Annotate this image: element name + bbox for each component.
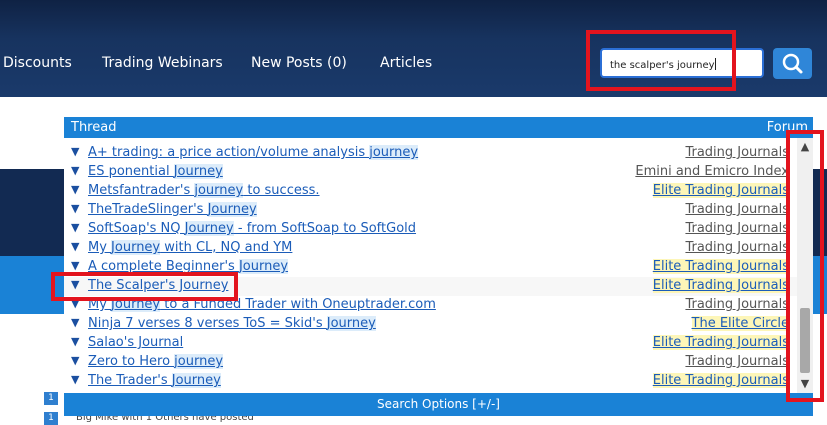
thread-title-link[interactable]: A complete Beginner's Journey: [88, 259, 289, 274]
nav-discounts[interactable]: Discounts: [3, 55, 72, 71]
keyword-highlight: Journey: [173, 164, 223, 179]
forum-link[interactable]: Elite Trading Journals: [652, 259, 789, 274]
triangle-down-icon: ▼: [71, 335, 80, 348]
search-button[interactable]: [773, 48, 812, 79]
triangle-down-icon: ▼: [71, 202, 80, 215]
keyword-highlight: Journey: [111, 297, 161, 312]
nav-articles[interactable]: Articles: [380, 55, 432, 71]
suggestion-row[interactable]: ▼ A+ trading: a price action/volume analy…: [64, 144, 797, 163]
triangle-down-icon: ▼: [71, 240, 80, 253]
suggestion-row[interactable]: ▼ My Journey to a Funded Trader with Oneu…: [64, 296, 797, 315]
triangle-down-icon: ▼: [71, 221, 80, 234]
keyword-highlight: Journey: [238, 259, 289, 274]
keyword-highlight: Journey: [171, 373, 221, 388]
forum-link[interactable]: Emini and Emicro Index: [635, 164, 789, 179]
keyword-highlight: journey: [194, 183, 244, 198]
triangle-down-icon: ▼: [71, 164, 80, 177]
triangle-down-icon: ▼: [71, 145, 80, 158]
thread-title-link[interactable]: Zero to Hero journey: [88, 354, 224, 369]
keyword-highlight: Journey: [111, 240, 161, 255]
triangle-down-icon: ▼: [71, 373, 80, 386]
nav-new-posts[interactable]: New Posts (0): [251, 55, 347, 71]
forum-column-header: Forum: [766, 120, 808, 135]
page-badge[interactable]: 1: [44, 412, 58, 425]
thread-title-link[interactable]: Salao's Journal: [88, 335, 183, 350]
thread-title-link[interactable]: My Journey with CL, NQ and YM: [88, 240, 292, 255]
thread-title-link[interactable]: The Trader's Journey: [88, 373, 221, 388]
suggestion-row[interactable]: ▼ Zero to Hero journey Trading Journals: [64, 353, 797, 372]
thread-title-link[interactable]: The Scalper's Journey: [88, 278, 228, 293]
forum-link[interactable]: Trading Journals: [685, 202, 789, 217]
thread-title-link[interactable]: ES ponential Journey: [88, 164, 223, 179]
suggestion-row[interactable]: ▼ The Trader's Journey Elite Trading Journ…: [64, 372, 797, 391]
suggestion-row[interactable]: ▼ Salao's Journal Elite Trading Journals: [64, 334, 797, 353]
forum-link[interactable]: Trading Journals: [685, 221, 789, 236]
keyword-highlight: journey: [369, 145, 419, 160]
triangle-down-icon: ▼: [71, 278, 80, 291]
triangle-down-icon: ▼: [71, 316, 80, 329]
page-badge[interactable]: 1: [44, 392, 58, 405]
suggestion-row[interactable]: ▼ My Journey with CL, NQ and YM Trading Jo…: [64, 239, 797, 258]
suggestion-row[interactable]: ▼ Metsfantrader's journey to success. Elit…: [64, 182, 797, 201]
triangle-down-icon: ▼: [71, 354, 80, 367]
suggestion-row[interactable]: ▼ TheTradeSlinger's Journey Trading Journa…: [64, 201, 797, 220]
scrollbar-thumb[interactable]: [800, 308, 810, 373]
suggestion-row[interactable]: ▼ A complete Beginner's Journey Elite Trad…: [64, 258, 797, 277]
forum-link[interactable]: Elite Trading Journals: [652, 373, 789, 388]
thread-title-link[interactable]: Metsfantrader's journey to success.: [88, 183, 320, 198]
thread-title-link[interactable]: SoftSoap's NQ Journey - from SoftSoap to…: [88, 221, 416, 236]
search-options-toggle[interactable]: Search Options [+/-]: [64, 393, 813, 416]
top-nav-bar: Discounts Trading Webinars New Posts (0)…: [0, 0, 827, 97]
forum-link[interactable]: The Elite Circle: [691, 316, 789, 331]
suggestion-row[interactable]: ▼ ES ponential Journey Emini and Emicro In…: [64, 163, 797, 182]
thread-title-link[interactable]: A+ trading: a price action/volume analys…: [88, 145, 419, 160]
nav-trading-webinars[interactable]: Trading Webinars: [102, 55, 223, 71]
forum-link[interactable]: Elite Trading Journals: [652, 183, 789, 198]
forum-link[interactable]: Elite Trading Journals: [652, 335, 789, 350]
keyword-highlight: Journey: [326, 316, 376, 331]
search-input[interactable]: the scalper's journey: [600, 48, 764, 78]
keyword-highlight: Journey: [207, 202, 257, 217]
suggestion-row[interactable]: ▼ Ninja 7 verses 8 verses ToS = Skid's Jo…: [64, 315, 797, 334]
suggestion-row[interactable]: ▼ The Scalper's Journey Elite Trading Jour…: [64, 277, 797, 296]
triangle-down-icon: ▼: [71, 259, 80, 272]
keyword-highlight: journey: [174, 354, 224, 369]
forum-link[interactable]: Elite Trading Journals: [652, 278, 789, 293]
forum-link[interactable]: Trading Journals: [685, 240, 789, 255]
chevron-down-icon[interactable]: ▼: [797, 375, 813, 393]
dropdown-header: Thread Forum: [64, 117, 813, 138]
suggestion-list: ▼ A+ trading: a price action/volume analy…: [64, 138, 797, 393]
chevron-up-icon[interactable]: ▲: [797, 138, 813, 156]
forum-link[interactable]: Trading Journals: [685, 145, 789, 160]
keyword-highlight: Journey: [184, 221, 234, 236]
thread-title-link[interactable]: My Journey to a Funded Trader with Oneup…: [88, 297, 436, 312]
search-suggestions-dropdown: Thread Forum ▼ A+ trading: a price action…: [64, 117, 813, 416]
forum-link[interactable]: Trading Journals: [685, 297, 789, 312]
search-icon: [782, 53, 803, 74]
thread-column-header: Thread: [71, 120, 117, 135]
dropdown-scrollbar[interactable]: ▲ ▼: [797, 138, 813, 393]
text-caret: [714, 58, 716, 70]
thread-title-link[interactable]: Ninja 7 verses 8 verses ToS = Skid's Jou…: [88, 316, 376, 331]
thread-title-link[interactable]: TheTradeSlinger's Journey: [88, 202, 257, 217]
search-input-value: the scalper's journey: [610, 60, 715, 71]
triangle-down-icon: ▼: [71, 297, 80, 310]
triangle-down-icon: ▼: [71, 183, 80, 196]
forum-link[interactable]: Trading Journals: [685, 354, 789, 369]
suggestion-row[interactable]: ▼ SoftSoap's NQ Journey - from SoftSoap t…: [64, 220, 797, 239]
